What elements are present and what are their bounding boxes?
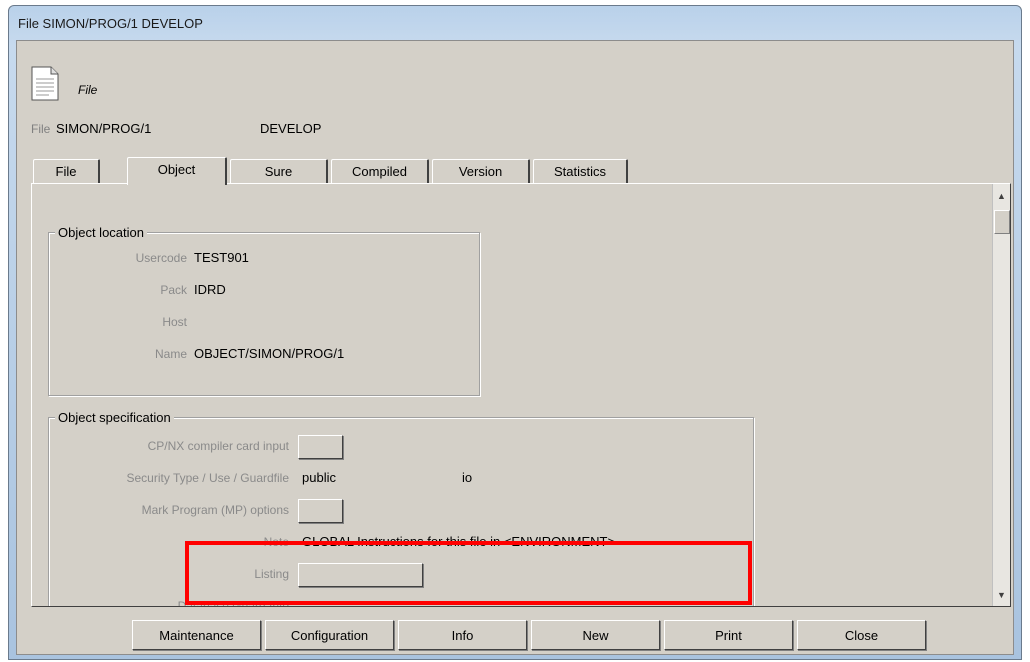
security-type-value: public: [302, 470, 336, 485]
window-title: File SIMON/PROG/1 DEVELOP: [18, 16, 203, 31]
file-field-label: File: [31, 122, 51, 136]
tab-sure[interactable]: Sure: [230, 159, 328, 183]
tab-version[interactable]: Version: [432, 159, 530, 183]
name-value: OBJECT/SIMON/PROG/1: [194, 346, 345, 361]
object-tab-panel: Object location Usercode TEST901 Pack ID…: [31, 183, 1011, 607]
tab-object[interactable]: Object: [127, 157, 227, 185]
scroll-thumb[interactable]: [994, 210, 1010, 234]
compiler-card-label: CP/NX compiler card input: [147, 439, 289, 453]
file-name-value: SIMON/PROG/1: [56, 121, 152, 136]
security-label: Security Type / Use / Guardfile: [126, 471, 289, 485]
mark-program-label: Mark Program (MP) options: [141, 503, 289, 517]
window-client: File File SIMON/PROG/1 DEVELOP File Obje…: [16, 40, 1014, 655]
tab-statistics[interactable]: Statistics: [533, 159, 628, 183]
name-label: Name: [154, 347, 187, 361]
object-specification-title: Object specification: [55, 410, 174, 425]
pack-value: IDRD: [194, 282, 226, 297]
environment-value: DEVELOP: [260, 121, 322, 136]
scroll-down-icon[interactable]: ▼: [993, 587, 1010, 604]
scroll-up-icon[interactable]: ▲: [993, 188, 1010, 205]
vertical-scrollbar[interactable]: ▲ ▼: [992, 184, 1010, 606]
tab-compiled[interactable]: Compiled: [331, 159, 429, 183]
info-button[interactable]: Info: [398, 620, 527, 650]
object-location-title: Object location: [55, 225, 147, 240]
compiler-card-button[interactable]: [298, 435, 343, 459]
usercode-label: Usercode: [135, 251, 187, 265]
close-button[interactable]: Close: [797, 620, 926, 650]
document-icon: [31, 66, 59, 101]
host-label: Host: [162, 315, 187, 329]
print-button[interactable]: Print: [664, 620, 793, 650]
note-highlight-box: [185, 541, 752, 605]
new-button[interactable]: New: [531, 620, 660, 650]
security-use-value: io: [462, 470, 473, 485]
tab-file[interactable]: File: [33, 159, 100, 183]
pack-label: Pack: [160, 283, 187, 297]
object-location-group: Object location Usercode TEST901 Pack ID…: [48, 225, 480, 396]
configuration-button[interactable]: Configuration: [265, 620, 394, 650]
file-type-label: File: [78, 83, 98, 97]
usercode-value: TEST901: [194, 250, 249, 265]
maintenance-button[interactable]: Maintenance: [132, 620, 261, 650]
mark-program-button[interactable]: [298, 499, 343, 523]
file-window: File SIMON/PROG/1 DEVELOP File File SIMO…: [8, 5, 1022, 660]
